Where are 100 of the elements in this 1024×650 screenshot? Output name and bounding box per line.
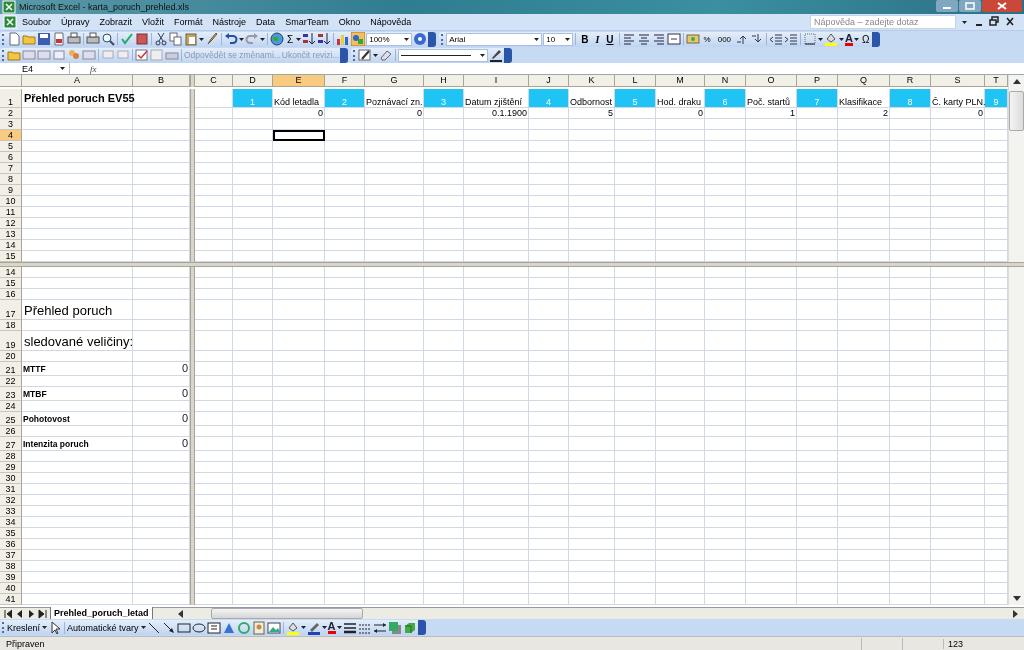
autosum-button[interactable]: Σ	[285, 33, 296, 45]
row-header[interactable]: 9	[0, 185, 22, 196]
row-header[interactable]: 15	[0, 251, 22, 262]
line-style-combo[interactable]	[398, 48, 489, 62]
caret-icon[interactable]	[818, 37, 824, 41]
clipboard-icon[interactable]	[184, 32, 198, 46]
globe-icon[interactable]	[270, 32, 284, 46]
menu-item[interactable]: Nástroje	[207, 16, 252, 28]
arrow-style-icon[interactable]	[372, 620, 387, 635]
line-color-icon[interactable]	[306, 620, 321, 635]
caret-icon[interactable]	[404, 37, 410, 41]
checkmark-icon[interactable]	[120, 32, 134, 46]
clip-art-icon[interactable]	[251, 620, 266, 635]
column-header[interactable]: B	[133, 75, 190, 87]
row-header[interactable]: 31	[0, 484, 22, 495]
printer-icon[interactable]	[67, 32, 81, 46]
column-header[interactable]: R	[890, 75, 931, 87]
caret-icon[interactable]	[296, 37, 302, 41]
row-header[interactable]: 35	[0, 528, 22, 539]
row-header[interactable]: 30	[0, 473, 22, 484]
maximize-icon[interactable]	[959, 0, 981, 14]
toolbar-options-button[interactable]	[504, 47, 513, 63]
column-header[interactable]: D	[233, 75, 273, 87]
borders-icon[interactable]	[803, 32, 818, 46]
line-style-icon[interactable]	[342, 620, 357, 635]
column-header[interactable]: A	[22, 75, 133, 87]
caret-icon[interactable]	[565, 37, 571, 41]
name-box[interactable]: E4	[0, 63, 70, 74]
scroll-thumb[interactable]	[210, 608, 363, 619]
row-header[interactable]: 12	[0, 218, 22, 229]
column-header[interactable]: K	[569, 75, 615, 87]
row-header[interactable]: 16	[0, 289, 22, 300]
caret-icon[interactable]	[199, 37, 204, 41]
row-header[interactable]: 14	[0, 240, 22, 251]
caret-icon[interactable]	[480, 53, 486, 57]
toolbar-options-button[interactable]	[340, 47, 349, 63]
sort-ascending-icon[interactable]	[302, 32, 317, 46]
align-right-icon[interactable]	[651, 32, 666, 46]
row-header[interactable]: 11	[0, 207, 22, 218]
vertical-scrollbar[interactable]	[1008, 267, 1024, 605]
select-all-corner[interactable]	[0, 75, 22, 87]
row-header[interactable]: 5	[0, 141, 22, 152]
format-button[interactable]: B	[578, 33, 592, 45]
font-combo[interactable]: Arial	[446, 32, 543, 46]
column-header[interactable]: Q	[838, 75, 890, 87]
pen-color-icon[interactable]	[489, 48, 504, 62]
undo-icon[interactable]	[224, 32, 238, 46]
menu-item[interactable]: SmarTeam	[280, 16, 334, 28]
book-icon[interactable]	[135, 32, 149, 46]
column-header[interactable]: I	[464, 75, 529, 87]
caret-icon[interactable]	[839, 37, 845, 41]
row-header[interactable]: 18	[0, 320, 22, 331]
scroll-thumb[interactable]	[1009, 91, 1024, 131]
caret-icon[interactable]	[373, 53, 379, 57]
row-header[interactable]: 2	[0, 108, 22, 119]
row-header[interactable]: 3	[0, 119, 22, 130]
row-header[interactable]: 4	[0, 130, 22, 141]
row-header[interactable]: 41	[0, 594, 22, 605]
help-icon[interactable]	[413, 32, 428, 46]
row-header[interactable]: 15	[0, 278, 22, 289]
caret-icon[interactable]	[140, 626, 146, 629]
row-header[interactable]: 10	[0, 196, 22, 207]
function-button[interactable]: fx	[70, 63, 105, 74]
diagram-icon[interactable]	[236, 620, 251, 635]
save-icon[interactable]	[37, 32, 51, 46]
text-box-icon[interactable]	[206, 620, 221, 635]
row-header[interactable]: 24	[0, 401, 22, 412]
align-center-icon[interactable]	[636, 32, 651, 46]
row-header[interactable]: 33	[0, 506, 22, 517]
format-button[interactable]: I	[592, 33, 603, 45]
last-sheet-icon[interactable]	[38, 606, 48, 621]
column-header[interactable]: E	[273, 75, 325, 87]
toolbar-options-button[interactable]	[872, 31, 881, 47]
column-header[interactable]: J	[529, 75, 569, 87]
row-header[interactable]: 22	[0, 376, 22, 387]
magnifier-icon[interactable]	[101, 32, 115, 46]
decrease-indent-icon[interactable]	[769, 32, 784, 46]
column-header[interactable]: H	[424, 75, 464, 87]
caret-icon[interactable]	[854, 37, 859, 41]
number-format-button[interactable]: %	[700, 34, 714, 44]
column-header[interactable]: L	[615, 75, 656, 87]
pencil-icon[interactable]	[358, 48, 373, 62]
row-header[interactable]: 25	[0, 412, 22, 426]
merge-cells-icon[interactable]	[666, 32, 681, 46]
row-header[interactable]: 8	[0, 174, 22, 185]
draw-menu[interactable]: Kreslení	[7, 622, 48, 633]
row-header[interactable]: 19	[0, 331, 22, 351]
row-header[interactable]: 32	[0, 495, 22, 506]
menu-item[interactable]: Okno	[333, 16, 366, 28]
caret-icon[interactable]	[260, 37, 265, 41]
caret-icon[interactable]	[336, 626, 342, 629]
caret-icon[interactable]	[60, 67, 65, 70]
row-header[interactable]: 13	[0, 229, 22, 240]
menu-item[interactable]: Data	[251, 16, 281, 28]
column-header[interactable]: S	[931, 75, 985, 87]
row-header[interactable]: 28	[0, 451, 22, 462]
menu-item[interactable]: Úpravy	[56, 16, 95, 28]
column-header[interactable]: G	[365, 75, 424, 87]
row-header[interactable]: 14	[0, 267, 22, 278]
column-header[interactable]: O	[746, 75, 797, 87]
